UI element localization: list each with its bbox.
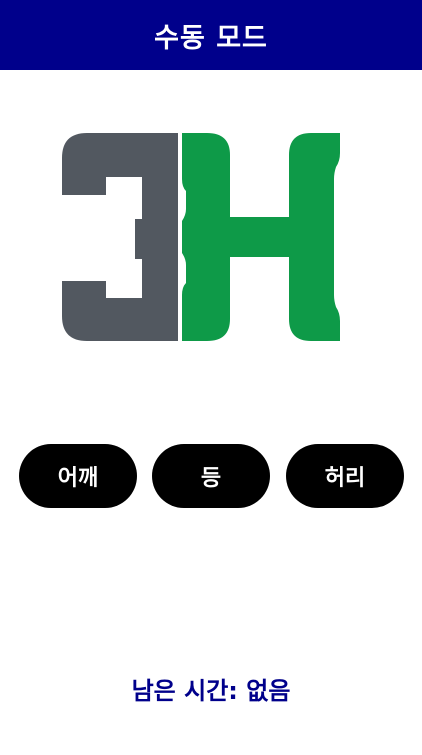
logo-left-shape bbox=[62, 133, 178, 341]
page-title: 수동 모드 bbox=[154, 22, 268, 54]
waist-button[interactable]: 허리 bbox=[286, 444, 404, 508]
body-part-buttons: 어깨 등 허리 bbox=[0, 444, 422, 508]
3h-logo-icon bbox=[62, 133, 340, 341]
logo-right-shape bbox=[182, 133, 340, 341]
shoulder-button[interactable]: 어깨 bbox=[19, 444, 137, 508]
remaining-time: 남은 시간: 없음 bbox=[0, 668, 422, 708]
header-bar: 수동 모드 bbox=[0, 0, 422, 70]
remaining-time-value: 없음 bbox=[246, 676, 291, 705]
back-button[interactable]: 등 bbox=[152, 444, 270, 508]
remaining-time-label: 남은 시간: bbox=[131, 676, 238, 705]
